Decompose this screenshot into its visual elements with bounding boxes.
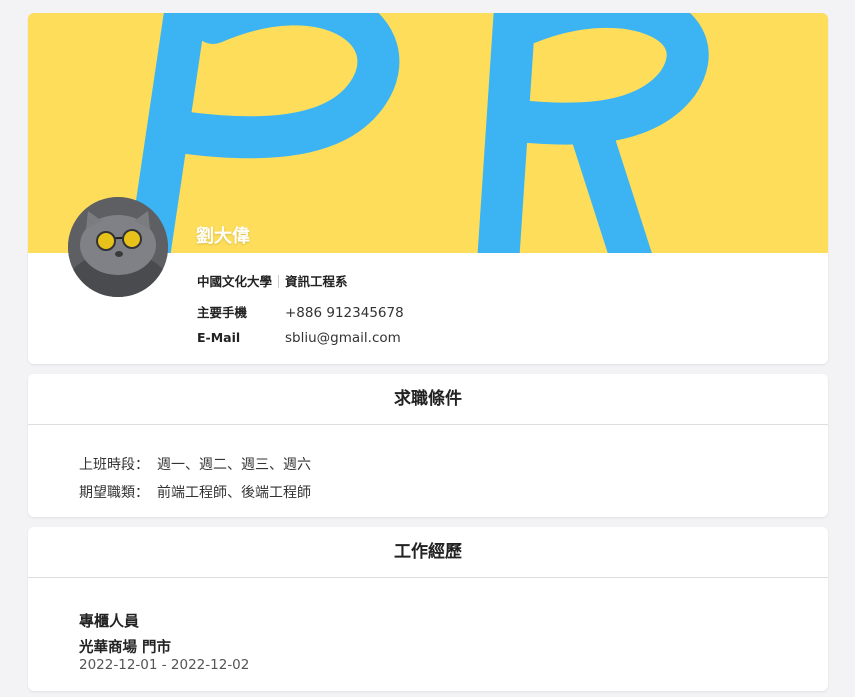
profile-name: 劉大偉 — [196, 226, 250, 247]
cat-avatar-icon — [68, 197, 168, 297]
work-experience-card: 工作經歷 專櫃人員 光華商場 門市 2022-12-01 - 2022-12-0… — [28, 527, 828, 691]
phone-row: 主要手機 +886 912345678 — [197, 302, 404, 321]
phone-value: +886 912345678 — [285, 305, 404, 321]
experience-position: 專櫃人員 — [79, 612, 140, 630]
department-name: 資訊工程系 — [285, 274, 348, 289]
email-label: E-Mail — [197, 330, 241, 345]
work-schedule-label: 上班時段： — [79, 457, 149, 473]
school-name: 中國文化大學 — [197, 274, 273, 289]
desired-job-row: 期望職類： 前端工程師、後端工程師 — [79, 482, 311, 502]
divider — [278, 275, 280, 288]
desired-job-label: 期望職類： — [79, 485, 149, 501]
email-value: sbliu@gmail.com — [285, 330, 401, 346]
experience-period: 2022-12-01 - 2022-12-02 — [79, 657, 250, 673]
work-experience-title: 工作經歷 — [28, 527, 828, 578]
profile-card: 劉大偉 中國文化大學 資訊工程系 主要手機 +886 912345678 E-Mai… — [28, 13, 828, 364]
experience-company: 光華商場 門市 — [79, 640, 172, 656]
job-conditions-title: 求職條件 — [28, 374, 828, 425]
job-conditions-card: 求職條件 上班時段： 週一、週二、週三、週六 期望職類： 前端工程師、後端工程師 — [28, 374, 828, 517]
email-row: E-Mail sbliu@gmail.com — [197, 330, 401, 346]
work-schedule-value: 週一、週二、週三、週六 — [157, 457, 311, 473]
desired-job-value: 前端工程師、後端工程師 — [157, 485, 311, 501]
work-schedule-row: 上班時段： 週一、週二、週三、週六 — [79, 454, 311, 474]
phone-label: 主要手機 — [197, 305, 248, 320]
education-line: 中國文化大學 資訊工程系 — [197, 271, 348, 290]
avatar — [68, 197, 168, 297]
